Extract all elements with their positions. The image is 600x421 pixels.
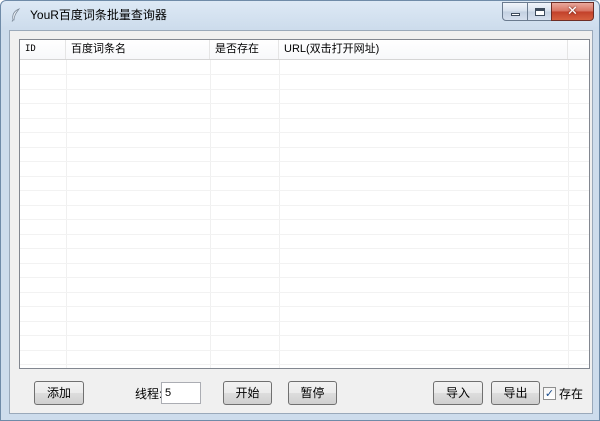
grid-line	[20, 190, 589, 191]
grid-line	[20, 321, 589, 322]
title-bar[interactable]: YouR百度词条批量查询器 ✕	[1, 1, 599, 29]
column-header-url[interactable]: URL(双击打开网址)	[279, 40, 568, 59]
grid-line	[20, 89, 589, 90]
exists-checkbox[interactable]: ✓	[543, 387, 556, 400]
grid-line	[20, 277, 589, 278]
start-button[interactable]: 开始	[223, 381, 272, 405]
add-button[interactable]: 添加	[34, 381, 84, 405]
close-icon: ✕	[567, 4, 578, 19]
window-title: YouR百度词条批量查询器	[30, 8, 167, 22]
grid-line	[20, 263, 589, 264]
grid-line	[20, 234, 589, 235]
grid-line	[20, 248, 589, 249]
grid-line	[20, 205, 589, 206]
grid-line	[20, 118, 589, 119]
import-button[interactable]: 导入	[433, 381, 483, 405]
column-header-filler	[568, 40, 589, 59]
export-button[interactable]: 导出	[491, 381, 540, 405]
feather-icon	[11, 8, 21, 22]
grid-line	[20, 132, 589, 133]
exists-checkbox-label[interactable]: 存在	[559, 387, 583, 401]
maximize-button[interactable]	[527, 2, 552, 21]
grid-line	[20, 306, 589, 307]
pause-button[interactable]: 暂停	[288, 381, 337, 405]
column-header-id[interactable]: ID	[20, 40, 66, 59]
results-list[interactable]: ID 百度词条名 是否存在 URL(双击打开网址)	[19, 39, 590, 369]
grid-line	[20, 350, 589, 351]
grid-line	[20, 364, 589, 365]
grid-line	[20, 292, 589, 293]
maximize-icon	[534, 7, 545, 16]
grid-line	[20, 335, 589, 336]
column-header-entry-name[interactable]: 百度词条名	[66, 40, 210, 59]
grid-line	[20, 161, 589, 162]
minimize-icon	[510, 13, 520, 16]
grid-line	[20, 219, 589, 220]
grid-line	[20, 176, 589, 177]
list-header: ID 百度词条名 是否存在 URL(双击打开网址)	[20, 40, 589, 60]
threads-input[interactable]	[161, 382, 201, 404]
threads-label: 线程:	[135, 387, 163, 401]
app-window: YouR百度词条批量查询器 ✕ ID 百度词条名 是否存在 URL(双击打开网址…	[0, 0, 600, 421]
checkmark-icon: ✓	[544, 387, 555, 400]
grid-line	[20, 74, 589, 75]
window-controls: ✕	[502, 2, 594, 21]
column-header-exists[interactable]: 是否存在	[210, 40, 279, 59]
grid-line	[20, 103, 589, 104]
close-button[interactable]: ✕	[551, 2, 594, 21]
grid-line	[20, 147, 589, 148]
minimize-button[interactable]	[502, 2, 528, 21]
main-panel: ID 百度词条名 是否存在 URL(双击打开网址) 添加 线程: 开始 暂停 导…	[9, 30, 593, 414]
list-body[interactable]	[20, 60, 589, 368]
